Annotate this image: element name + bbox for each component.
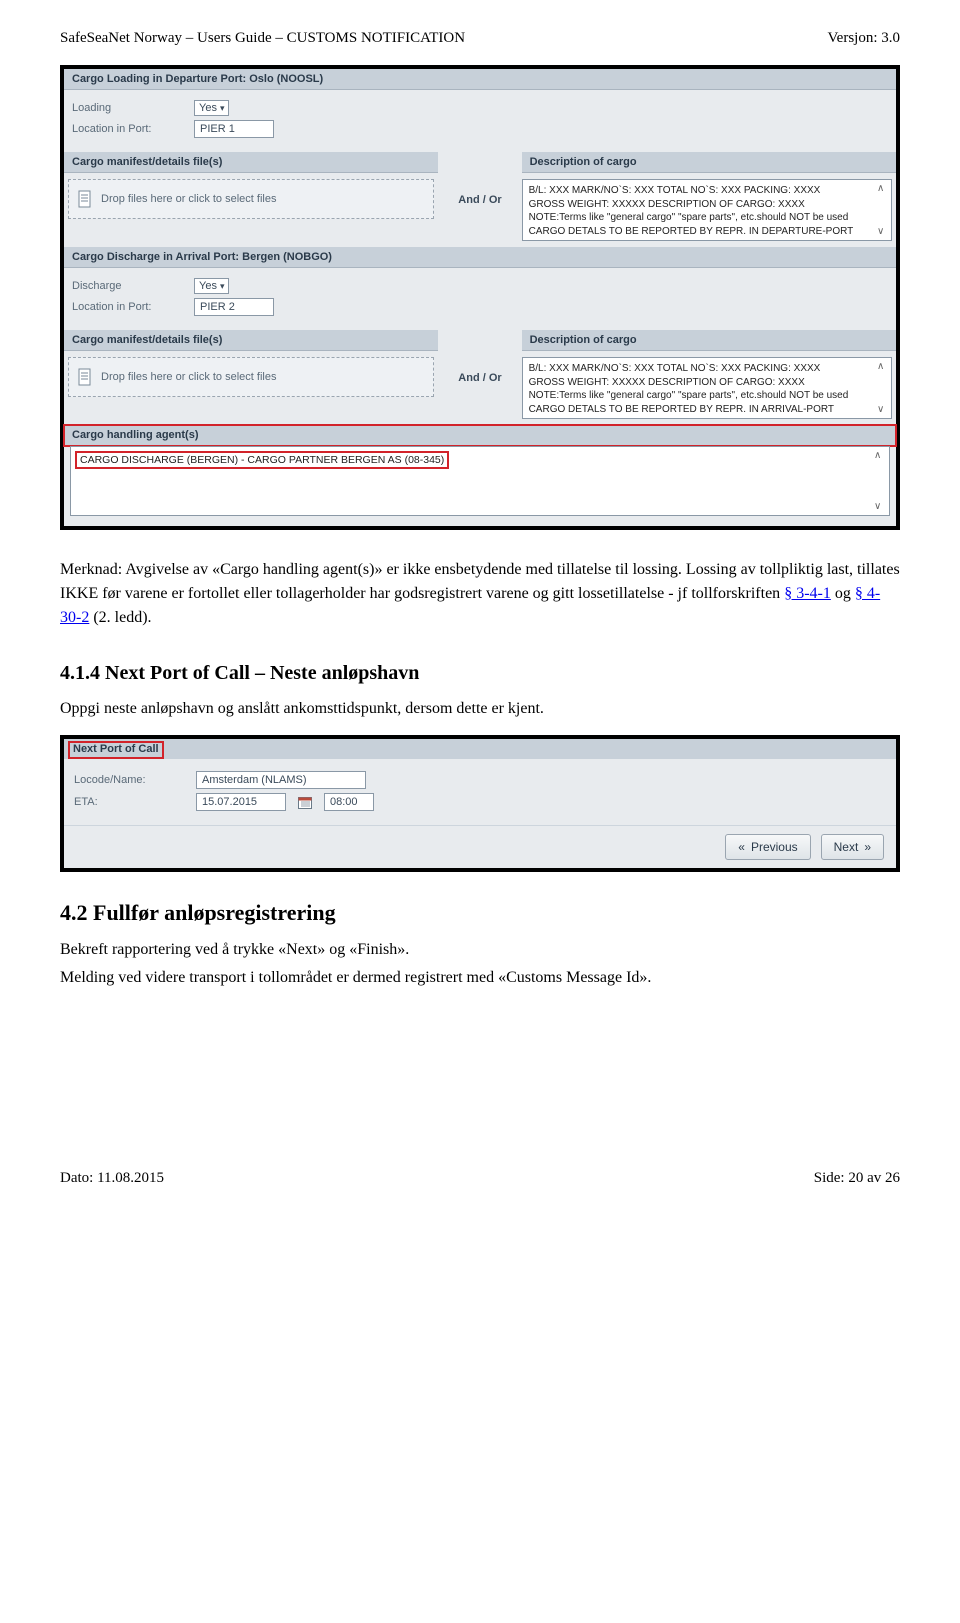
desc1-line3: NOTE:Terms like "general cargo" "spare p… bbox=[529, 211, 885, 225]
file-drop-zone-2[interactable]: Drop files here or click to select files bbox=[68, 357, 434, 397]
dropzone-text: Drop files here or click to select files bbox=[101, 193, 276, 205]
chevron-down-icon: ▾ bbox=[220, 281, 225, 292]
heading-4-2: 4.2 Fullfør anløpsregistrering bbox=[60, 900, 900, 926]
calendar-icon[interactable] bbox=[298, 796, 312, 809]
file-drop-zone-1[interactable]: Drop files here or click to select files bbox=[68, 179, 434, 219]
file-icon bbox=[77, 190, 93, 208]
loading-value: Yes bbox=[199, 102, 217, 114]
desc2-line2: GROSS WEIGHT: XXXXX DESCRIPTION OF CARGO… bbox=[529, 376, 885, 390]
cargo-description-textarea-1[interactable]: B/L: XXX MARK/NO`S: XXX TOTAL NO`S: XXX … bbox=[522, 179, 892, 241]
manifest-header-1: Cargo manifest/details file(s) bbox=[64, 152, 438, 173]
eta-date-input[interactable]: 15.07.2015 bbox=[196, 793, 286, 811]
locode-label: Locode/Name: bbox=[74, 774, 184, 786]
location-in-port-input-1[interactable]: PIER 1 bbox=[194, 120, 274, 138]
description-header-2: Description of cargo bbox=[522, 330, 896, 351]
previous-button[interactable]: « Previous bbox=[725, 834, 810, 860]
manifest-header-2: Cargo manifest/details file(s) bbox=[64, 330, 438, 351]
paragraph-4-1-4: Oppgi neste anløpshavn og anslått ankoms… bbox=[60, 697, 900, 721]
doc-header: SafeSeaNet Norway – Users Guide – CUSTOM… bbox=[60, 30, 900, 47]
loading-select[interactable]: Yes ▾ bbox=[194, 100, 229, 116]
paragraph-4-2a: Bekreft rapportering ved å trykke «Next»… bbox=[60, 938, 900, 962]
footer-date: Dato: 11.08.2015 bbox=[60, 1170, 164, 1187]
chevron-left-icon: « bbox=[738, 840, 745, 854]
cargo-discharge-header: Cargo Discharge in Arrival Port: Bergen … bbox=[64, 247, 896, 268]
cargo-description-textarea-2[interactable]: B/L: XXX MARK/NO`S: XXX TOTAL NO`S: XXX … bbox=[522, 357, 892, 419]
merknad-paragraph: Merknad: Avgivelse av «Cargo handling ag… bbox=[60, 558, 900, 630]
scroll-arrows[interactable]: ∧∨ bbox=[877, 182, 889, 238]
location-in-port-label: Location in Port: bbox=[72, 123, 182, 135]
file-icon bbox=[77, 368, 93, 386]
desc2-line3: NOTE:Terms like "general cargo" "spare p… bbox=[529, 389, 885, 403]
heading-4-1-4: 4.1.4 Next Port of Call – Neste anløpsha… bbox=[60, 662, 900, 685]
discharge-label: Discharge bbox=[72, 280, 182, 292]
and-or-label-2: And / Or bbox=[438, 330, 521, 425]
law-link-3-4-1[interactable]: § 3-4-1 bbox=[784, 585, 831, 602]
discharge-select[interactable]: Yes ▾ bbox=[194, 278, 229, 294]
eta-label: ETA: bbox=[74, 796, 184, 808]
cargo-handling-agent-textarea[interactable]: CARGO DISCHARGE (BERGEN) - CARGO PARTNER… bbox=[70, 446, 890, 516]
next-port-header-bg bbox=[64, 739, 896, 759]
discharge-value: Yes bbox=[199, 280, 217, 292]
agent-value: CARGO DISCHARGE (BERGEN) - CARGO PARTNER… bbox=[77, 453, 447, 467]
chevron-right-icon: » bbox=[864, 840, 871, 854]
cargo-loading-header: Cargo Loading in Departure Port: Oslo (N… bbox=[64, 69, 896, 90]
screenshot-cargo-form: Cargo Loading in Departure Port: Oslo (N… bbox=[60, 65, 900, 530]
scroll-arrows-3[interactable]: ∧∨ bbox=[874, 450, 886, 512]
doc-title-right: Versjon: 3.0 bbox=[828, 30, 901, 47]
doc-footer: Dato: 11.08.2015 Side: 20 av 26 bbox=[60, 1170, 900, 1187]
locode-input[interactable]: Amsterdam (NLAMS) bbox=[196, 771, 366, 789]
chevron-down-icon: ▾ bbox=[220, 103, 225, 114]
cargo-handling-agent-header: Cargo handling agent(s) bbox=[64, 425, 896, 446]
location-in-port-input-2[interactable]: PIER 2 bbox=[194, 298, 274, 316]
scroll-arrows-2[interactable]: ∧∨ bbox=[877, 360, 889, 416]
eta-time-input[interactable]: 08:00 bbox=[324, 793, 374, 811]
dropzone-text-2: Drop files here or click to select files bbox=[101, 371, 276, 383]
paragraph-4-2b: Melding ved videre transport i tollområd… bbox=[60, 966, 900, 990]
desc2-line4: CARGO DETALS TO BE REPORTED BY REPR. IN … bbox=[529, 403, 885, 417]
description-header-1: Description of cargo bbox=[522, 152, 896, 173]
desc1-line2: GROSS WEIGHT: XXXXX DESCRIPTION OF CARGO… bbox=[529, 198, 885, 212]
location-in-port-label-2: Location in Port: bbox=[72, 301, 182, 313]
screenshot-next-port: Next Port of Call Locode/Name: Amsterdam… bbox=[60, 735, 900, 872]
next-button[interactable]: Next » bbox=[821, 834, 884, 860]
desc1-line4: CARGO DETALS TO BE REPORTED BY REPR. IN … bbox=[529, 225, 885, 239]
desc1-line1: B/L: XXX MARK/NO`S: XXX TOTAL NO`S: XXX … bbox=[529, 184, 885, 198]
footer-page: Side: 20 av 26 bbox=[814, 1170, 900, 1187]
and-or-label: And / Or bbox=[438, 152, 521, 247]
desc2-line1: B/L: XXX MARK/NO`S: XXX TOTAL NO`S: XXX … bbox=[529, 362, 885, 376]
next-port-header: Next Port of Call bbox=[68, 741, 164, 759]
loading-label: Loading bbox=[72, 102, 182, 114]
doc-title-left: SafeSeaNet Norway – Users Guide – CUSTOM… bbox=[60, 30, 465, 47]
